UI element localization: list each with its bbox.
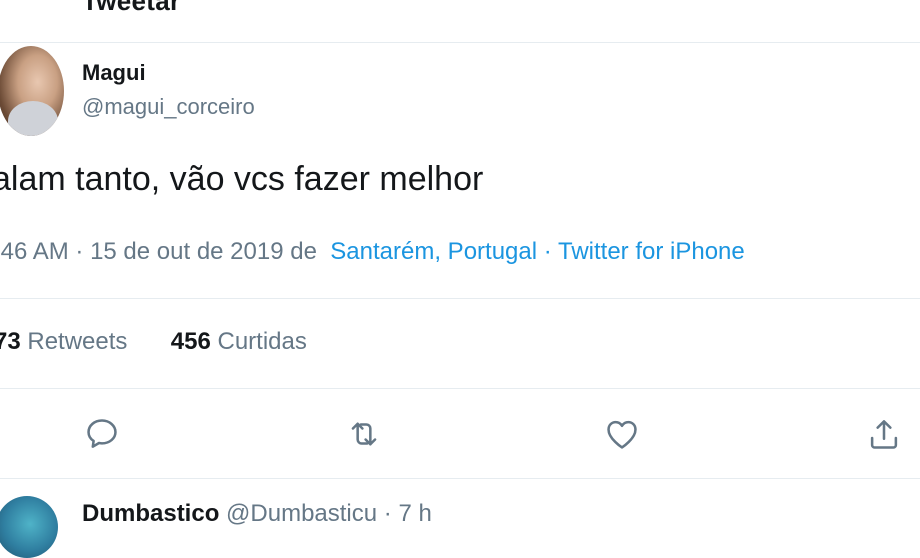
header-divider [0, 42, 920, 43]
tweet-time[interactable]: :46 AM [0, 238, 69, 265]
retweet-label: Retweets [27, 328, 128, 355]
reply-time[interactable]: 7 h [398, 500, 431, 527]
reply-avatar[interactable] [0, 496, 58, 558]
tweet-location-link[interactable]: Santarém, Portugal [330, 238, 537, 265]
avatar[interactable] [0, 46, 64, 136]
stats-divider [0, 388, 920, 389]
retweet-icon [351, 422, 377, 446]
tweet-text: alam tanto, vão vcs fazer melhor [0, 160, 484, 198]
meta-separator: · [543, 238, 552, 265]
tweet-client-link[interactable]: Twitter for iPhone [558, 238, 745, 265]
like-count: 456 [170, 328, 211, 355]
reply-author-handle[interactable]: @Dumbasticu [226, 500, 377, 527]
tweet-date[interactable]: 15 de out de 2019 [90, 238, 284, 265]
actions-divider [0, 478, 920, 479]
heart-icon [607, 420, 637, 449]
tweet-meta: :46 AM · 15 de out de 2019 de Santarém, … [0, 238, 745, 266]
likes-stat[interactable]: 456 Curtidas [171, 328, 307, 355]
retweets-stat[interactable]: 73 Retweets [0, 328, 134, 355]
reply-author-name[interactable]: Dumbastico [82, 500, 219, 527]
retweet-button[interactable] [342, 412, 386, 456]
meta-separator: · [75, 238, 84, 265]
reply-header: Dumbastico @Dumbasticu · 7 h [82, 500, 432, 528]
retweet-count: 73 [0, 328, 21, 355]
author-name[interactable]: Magui [82, 60, 146, 86]
tweet-stats: 73 Retweets 456 Curtidas [0, 328, 307, 356]
reply-icon [87, 419, 117, 448]
meta-divider [0, 298, 920, 299]
share-icon [870, 420, 898, 449]
date-location-separator: de [290, 238, 317, 265]
reply-button[interactable] [80, 412, 124, 456]
share-button[interactable] [862, 412, 906, 456]
author-handle[interactable]: @magui_corceiro [82, 94, 255, 120]
reply-separator: · [383, 500, 392, 527]
like-button[interactable] [600, 412, 644, 456]
like-label: Curtidas [217, 328, 307, 355]
page-title: Tweetar [82, 0, 181, 16]
